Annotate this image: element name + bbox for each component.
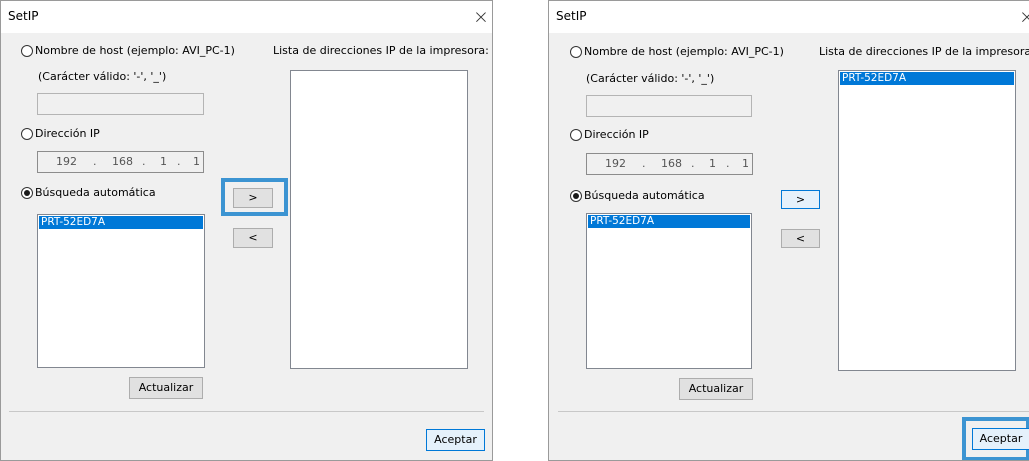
ip-radio[interactable] [21,128,33,140]
printer-ip-list[interactable] [290,70,468,369]
radio-selected-dot [24,190,30,196]
title-bar: SetIP × [1,1,492,33]
ip-dot: . [142,155,146,168]
list-item[interactable]: PRT-52ED7A [840,72,1014,85]
remove-button[interactable]: < [781,229,820,248]
hostname-field[interactable] [37,93,204,115]
radio-selected-dot [573,193,579,199]
ip-octet-1: 192 [56,155,77,168]
close-icon[interactable]: × [467,3,492,31]
title-bar: SetIP × [549,1,1029,33]
printer-list-label: Lista de direcciones IP de la impresora: [819,45,1029,58]
ip-octet-2: 168 [661,157,682,170]
ip-address-field[interactable]: 192 . 168 . 1 . 1 [586,153,753,175]
ip-octet-4: 1 [742,157,749,170]
ip-dot: . [642,157,646,170]
divider [9,411,484,412]
auto-search-label: Búsqueda automática [584,189,705,202]
ip-radio[interactable] [570,129,582,141]
ok-button[interactable]: Aceptar [426,429,485,451]
ip-octet-1: 192 [605,157,626,170]
search-results-list[interactable]: PRT-52ED7A [37,214,205,368]
printer-list-label: Lista de direcciones IP de la impresora: [273,44,489,57]
ok-button[interactable]: Aceptar [972,428,1029,450]
ip-octet-3: 1 [160,155,167,168]
remove-button[interactable]: < [233,228,273,248]
auto-search-label: Búsqueda automática [35,186,156,199]
ip-octet-2: 168 [112,155,133,168]
hostname-radio[interactable] [570,46,582,58]
ip-address-field[interactable]: 192 . 168 . 1 . 1 [37,151,204,173]
printer-ip-list[interactable]: PRT-52ED7A [838,70,1016,371]
auto-search-radio[interactable] [570,190,582,202]
window-title: SetIP [556,9,587,23]
hostname-field[interactable] [586,95,752,117]
ip-dot: . [691,157,695,170]
setip-dialog-1: SetIP × Nombre de host (ejemplo: AVI_PC-… [0,0,493,461]
ip-octet-4: 1 [193,155,200,168]
ip-label: Dirección IP [584,128,649,141]
valid-chars-label: (Carácter válido: '-', '_') [38,70,167,83]
divider [558,411,1029,412]
ip-label: Dirección IP [35,127,100,140]
add-button[interactable]: > [233,188,273,208]
hostname-label: Nombre de host (ejemplo: AVI_PC-1) [35,44,235,57]
list-item[interactable]: PRT-52ED7A [39,216,203,229]
ip-octet-3: 1 [709,157,716,170]
add-button[interactable]: > [781,190,820,209]
list-item[interactable]: PRT-52ED7A [588,215,750,228]
close-icon[interactable]: × [1013,3,1029,31]
hostname-label: Nombre de host (ejemplo: AVI_PC-1) [584,45,784,58]
setip-dialog-2: SetIP × Nombre de host (ejemplo: AVI_PC-… [548,0,1029,461]
window-title: SetIP [8,9,39,23]
ip-dot: . [726,157,730,170]
hostname-radio[interactable] [21,45,33,57]
refresh-button[interactable]: Actualizar [129,377,203,399]
valid-chars-label: (Carácter válido: '-', '_') [586,72,715,85]
ip-dot: . [177,155,181,168]
search-results-list[interactable]: PRT-52ED7A [586,213,752,369]
refresh-button[interactable]: Actualizar [679,378,753,400]
ip-dot: . [93,155,97,168]
auto-search-radio[interactable] [21,187,33,199]
